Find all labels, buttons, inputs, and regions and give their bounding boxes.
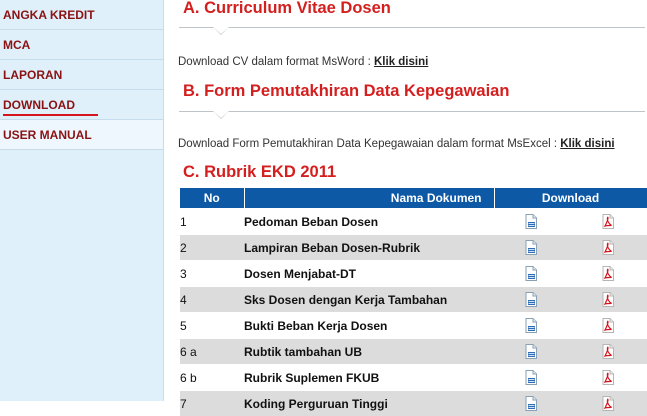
word-document-icon[interactable] [525,240,537,255]
word-document-icon[interactable] [525,318,537,333]
table-row: 2Lampiran Beban Dosen-Rubrik [180,235,647,261]
row-number: 5 [180,313,244,339]
table-row: 6 aRubtik tambahan UB [180,339,647,365]
document-name: Pedoman Beban Dosen [244,209,494,235]
table-header-row: No Nama Dokumen Download [180,188,647,209]
section-a-description: Download CV dalam format MsWord : Klik d… [178,56,428,68]
document-name: Rubtik tambahan UB [244,339,494,365]
pdf-icon[interactable] [602,344,614,359]
section-a-title: A. Curriculum Vitae Dosen [183,0,391,18]
main-content: A. Curriculum Vitae Dosen Download CV da… [164,0,647,401]
pdf-icon[interactable] [602,370,614,385]
section-b-title: B. Form Pemutakhiran Data Kepegawaian [183,82,509,101]
pdf-icon[interactable] [602,292,614,307]
cv-download-link[interactable]: Klik disini [374,56,428,68]
sidebar-item-laporan[interactable]: LAPORAN [0,60,163,90]
section-b-description: Download Form Pemutakhiran Data Kepegawa… [178,138,615,150]
word-document-icon[interactable] [525,266,537,281]
pdf-icon[interactable] [602,318,614,333]
section-b-divider [179,111,645,112]
document-name: Lampiran Beban Dosen-Rubrik [244,235,494,261]
header-download: Download [494,188,647,209]
table-row: 6 bRubrik Suplemen FKUB [180,365,647,391]
sidebar-item-label: ANGKA KREDIT [3,8,95,22]
pdf-icon[interactable] [602,240,614,255]
pdf-icon[interactable] [602,266,614,281]
sidebar-item-mca[interactable]: MCA [0,30,163,60]
header-nama-dokumen: Nama Dokumen [244,188,494,209]
table-row: 7Koding Perguruan Tinggi [180,391,647,416]
table-row: 1Pedoman Beban Dosen [180,209,647,235]
sidebar-item-label: DOWNLOAD [3,98,75,112]
section-a-divider [179,27,645,28]
document-name: Koding Perguruan Tinggi [244,391,494,416]
sidebar-item-angka-kredit[interactable]: ANGKA KREDIT [0,0,163,30]
document-name: Dosen Menjabat-DT [244,261,494,287]
header-no: No [180,188,244,209]
row-number: 1 [180,209,244,235]
row-number: 4 [180,287,244,313]
sidebar-item-download[interactable]: DOWNLOAD [0,90,163,120]
document-name: Bukti Beban Kerja Dosen [244,313,494,339]
row-number: 2 [180,235,244,261]
sidebar: ANGKA KREDIT MCA LAPORAN DOWNLOAD USER M… [0,0,164,401]
row-number: 3 [180,261,244,287]
sidebar-item-user-manual[interactable]: USER MANUAL [0,120,163,150]
form-download-link[interactable]: Klik disini [560,138,614,150]
table-row: 3Dosen Menjabat-DT [180,261,647,287]
pdf-icon[interactable] [602,396,614,411]
table-row: 5Bukti Beban Kerja Dosen [180,313,647,339]
sidebar-item-label: MCA [3,38,30,52]
word-document-icon[interactable] [525,292,537,307]
row-number: 6 b [180,365,244,391]
rubrik-table: No Nama Dokumen Download 1Pedoman Beban … [180,188,647,416]
word-document-icon[interactable] [525,214,537,229]
sidebar-item-label: LAPORAN [3,68,62,82]
table-row: 4Sks Dosen dengan Kerja Tambahan [180,287,647,313]
document-name: Sks Dosen dengan Kerja Tambahan [244,287,494,313]
row-number: 7 [180,391,244,416]
row-number: 6 a [180,339,244,365]
word-document-icon[interactable] [525,370,537,385]
active-underline [3,114,98,116]
pdf-icon[interactable] [602,214,614,229]
sidebar-item-label: USER MANUAL [3,128,92,142]
section-c-title: C. Rubrik EKD 2011 [183,163,336,182]
word-document-icon[interactable] [525,344,537,359]
document-name: Rubrik Suplemen FKUB [244,365,494,391]
word-document-icon[interactable] [525,396,537,411]
